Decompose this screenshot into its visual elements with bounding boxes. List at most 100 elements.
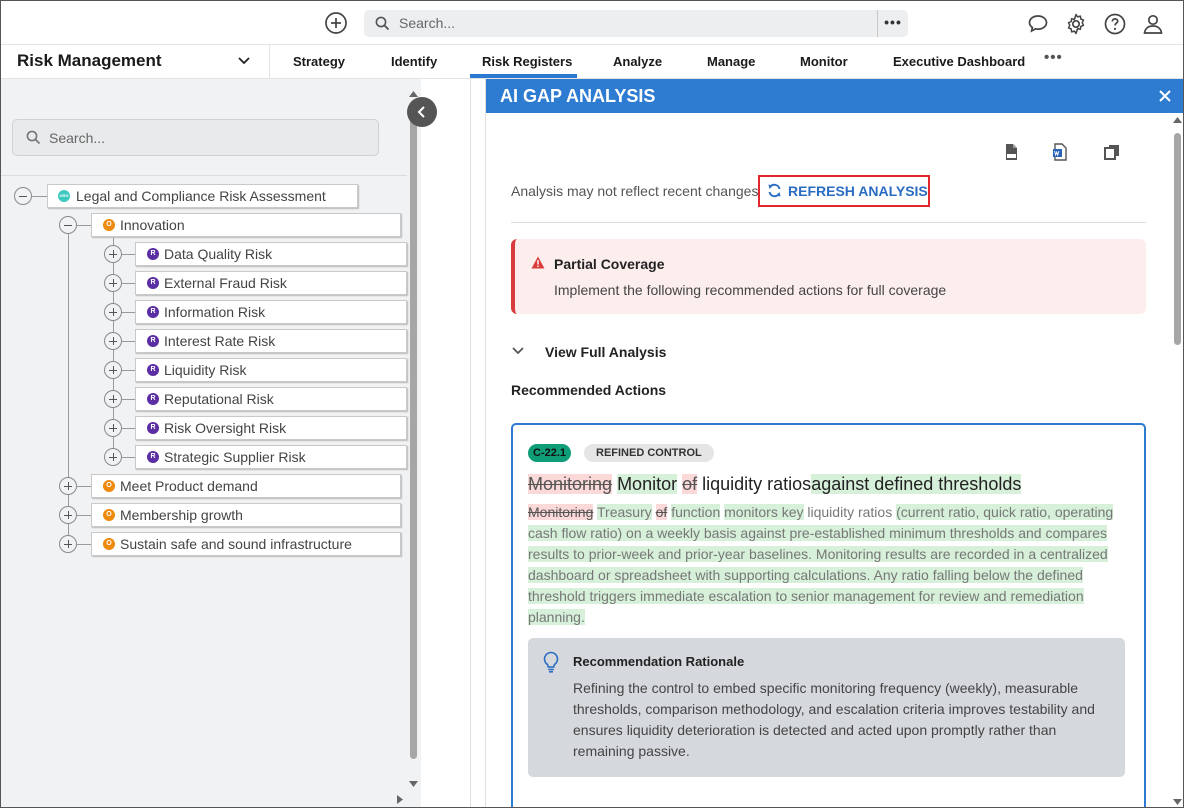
chevron-down-icon[interactable]	[237, 56, 251, 66]
expand-toggle[interactable]	[104, 448, 122, 466]
tree-node-label: Legal and Compliance Risk Assessment	[76, 188, 326, 204]
expand-toggle[interactable]	[104, 303, 122, 321]
collapse-panel-button[interactable]	[407, 97, 437, 127]
scroll-right-arrow-icon[interactable]	[397, 795, 403, 804]
refresh-analysis-label: REFRESH ANALYSIS	[788, 183, 928, 199]
app-nav-bar: Risk Management Strategy Identify Risk R…	[1, 45, 1183, 79]
export-pdf-icon[interactable]	[1002, 143, 1020, 161]
tree-connector	[121, 457, 135, 458]
tab-manage[interactable]: Manage	[707, 54, 755, 69]
panel-title: AI GAP ANALYSIS	[500, 86, 656, 106]
tree-node-label: Risk Oversight Risk	[164, 420, 287, 436]
objective-badge-icon: O	[103, 480, 115, 492]
tree-node-label: Strategic Supplier Risk	[164, 449, 306, 465]
gap-analysis-panel: AI GAP ANALYSIS Analysis may not reflect…	[485, 79, 1183, 807]
chat-icon[interactable]	[1026, 12, 1050, 36]
nav-divider	[269, 45, 270, 78]
active-tab-indicator	[470, 74, 577, 78]
tree-node-risk[interactable]: R Risk Oversight Risk	[135, 416, 407, 440]
risk-badge-icon: R	[147, 393, 159, 405]
scroll-up-arrow-icon[interactable]	[1173, 117, 1182, 123]
scroll-up-arrow-icon[interactable]	[409, 91, 418, 97]
app-name[interactable]: Risk Management	[17, 51, 162, 71]
rationale-text: Refining the control to embed specific m…	[573, 680, 1095, 759]
tree-connector	[77, 515, 91, 516]
tree-node-innovation[interactable]: O Innovation	[91, 213, 401, 237]
tree-node-risk[interactable]: R Information Risk	[135, 300, 407, 324]
deleted-text: Monitoring	[528, 504, 594, 520]
expand-toggle[interactable]	[59, 477, 77, 495]
expand-toggle[interactable]	[59, 506, 77, 524]
expand-toggle[interactable]	[104, 274, 122, 292]
recommendation-card[interactable]: C-22.1 REFINED CONTROL Monitoring Monito…	[511, 423, 1146, 807]
tree-node-label: Sustain safe and sound infrastructure	[120, 536, 352, 552]
control-description: Monitoring Treasury of function monitors…	[528, 502, 1128, 628]
risk-badge-icon: R	[147, 306, 159, 318]
expand-toggle[interactable]	[59, 535, 77, 553]
user-profile-icon[interactable]	[1141, 12, 1165, 36]
more-tabs-button[interactable]: •••	[1044, 49, 1063, 66]
tree-search-input[interactable]: Search...	[12, 119, 379, 156]
tree-node-risk[interactable]: R Liquidity Risk	[135, 358, 407, 382]
control-id-badge: C-22.1	[528, 444, 572, 462]
tab-monitor[interactable]: Monitor	[800, 54, 848, 69]
expand-toggle[interactable]	[104, 245, 122, 263]
panel-scrollbar-thumb[interactable]	[1174, 133, 1181, 345]
inserted-text: (current ratio, quick ratio, operating c…	[528, 504, 1114, 625]
global-search[interactable]: Search... •••	[364, 10, 908, 37]
tree-node-objective[interactable]: O Membership growth	[91, 503, 401, 527]
risk-badge-icon: R	[147, 364, 159, 376]
collapse-toggle[interactable]	[14, 187, 32, 205]
tree-node-risk[interactable]: R Interest Rate Risk	[135, 329, 407, 353]
org-badge-icon: ORG	[58, 190, 70, 202]
search-options-button[interactable]: •••	[877, 10, 908, 37]
export-word-icon[interactable]	[1051, 143, 1069, 161]
close-icon[interactable]	[1156, 87, 1174, 105]
risk-badge-icon: R	[147, 277, 159, 289]
scroll-down-arrow-icon[interactable]	[1173, 799, 1182, 805]
expand-toggle[interactable]	[104, 332, 122, 350]
refresh-icon	[768, 183, 781, 198]
control-title: Monitoring Monitor of liquidity ratiosag…	[528, 474, 1022, 495]
chevron-left-icon	[417, 106, 425, 118]
top-bar: Search... •••	[1, 1, 1183, 45]
chevron-down-icon	[512, 347, 524, 355]
tab-risk-registers[interactable]: Risk Registers	[482, 54, 572, 69]
help-icon[interactable]	[1103, 12, 1127, 36]
tab-strategy[interactable]: Strategy	[293, 54, 345, 69]
analysis-notice: Analysis may not reflect recent changes	[511, 183, 759, 199]
panel-gutter	[421, 79, 485, 807]
tree-node-label: Membership growth	[120, 507, 243, 523]
tab-identify[interactable]: Identify	[391, 54, 437, 69]
tree-node-objective[interactable]: O Meet Product demand	[91, 474, 401, 498]
deleted-text: of	[655, 504, 668, 520]
tree-node-risk[interactable]: R Data Quality Risk	[135, 242, 407, 266]
collapse-toggle[interactable]	[59, 216, 77, 234]
expand-toggle[interactable]	[104, 361, 122, 379]
tree-node-label: Reputational Risk	[164, 391, 274, 407]
tree-connector	[77, 544, 91, 545]
tree-node-risk[interactable]: R Strategic Supplier Risk	[135, 445, 407, 469]
expand-toggle[interactable]	[104, 419, 122, 437]
expand-toggle[interactable]	[104, 390, 122, 408]
objective-badge-icon: O	[103, 509, 115, 521]
tree-node-root[interactable]: ORG Legal and Compliance Risk Assessment	[47, 184, 358, 208]
tree-scrollbar-thumb[interactable]	[410, 111, 417, 759]
inserted-text: against defined thresholds	[811, 474, 1022, 494]
tab-analyze[interactable]: Analyze	[613, 54, 662, 69]
search-icon	[375, 16, 390, 31]
tree-node-objective[interactable]: O Sustain safe and sound infrastructure	[91, 532, 401, 556]
panel-scrollbar[interactable]	[1171, 117, 1183, 805]
gear-icon[interactable]	[1064, 12, 1088, 36]
copy-icon[interactable]	[1103, 143, 1121, 161]
tree-node-label: Interest Rate Risk	[164, 333, 276, 349]
warning-icon	[531, 256, 545, 269]
add-icon[interactable]	[323, 10, 349, 36]
scroll-down-arrow-icon[interactable]	[409, 781, 418, 787]
view-full-analysis-label: View Full Analysis	[545, 344, 667, 360]
tree-panel: Search... ORG Legal and Compliance Risk …	[1, 79, 421, 807]
tab-executive-dashboard[interactable]: Executive Dashboard	[893, 54, 1025, 69]
tree-node-risk[interactable]: R External Fraud Risk	[135, 271, 407, 295]
tree-node-risk[interactable]: R Reputational Risk	[135, 387, 407, 411]
risk-badge-icon: R	[147, 335, 159, 347]
